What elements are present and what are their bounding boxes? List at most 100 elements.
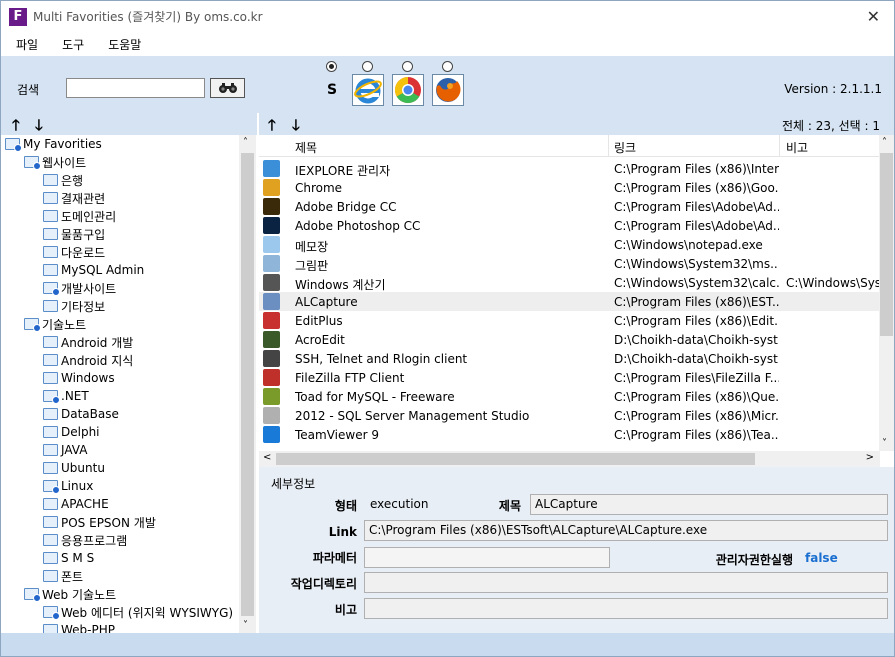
tree-node[interactable]: 물품구입 — [43, 225, 105, 243]
tree-node[interactable]: Linux — [43, 477, 93, 495]
link-field[interactable]: C:\Program Files (x86)\ESTsoft\ALCapture… — [364, 520, 888, 541]
tree-node[interactable]: Android 지식 — [43, 351, 133, 369]
run-as-admin-value[interactable]: false — [805, 551, 838, 565]
tree-node[interactable]: 개발사이트 — [43, 279, 116, 297]
list-row[interactable]: 그림판 C:\Windows\System32\ms... — [259, 254, 880, 273]
tree-node[interactable]: My Favorities — [5, 135, 102, 153]
chrome-button[interactable] — [392, 74, 424, 106]
list-row[interactable]: IEXPLORE 관리자 C:\Program Files (x86)\Inter… — [259, 159, 880, 178]
tree-scrollbar[interactable]: ˄ ˅ — [239, 135, 256, 633]
header-note[interactable]: 비고 — [780, 139, 808, 156]
tree-node[interactable]: 도메인관리 — [43, 207, 116, 225]
row-title: Windows 계산기 — [295, 278, 386, 292]
tree-node[interactable]: Windows — [43, 369, 115, 387]
browser-ie-radio[interactable] — [362, 61, 373, 72]
tree-node[interactable]: 결재관련 — [43, 189, 105, 207]
list-hscrollbar[interactable]: < > — [259, 451, 880, 467]
folder-icon — [43, 570, 58, 582]
photoshop-icon — [263, 217, 280, 234]
header-link[interactable]: 링크 — [608, 139, 636, 156]
list-scrollbar[interactable]: ˄ ˅ — [879, 135, 894, 451]
item-count-status: 전체 : 23, 선택 : 1 — [781, 119, 880, 133]
tree-node[interactable]: S M S — [43, 549, 94, 567]
internet-explorer-button[interactable] — [352, 74, 384, 106]
list-row[interactable]: Windows 계산기 C:\Windows\System32\calc... C:… — [259, 273, 880, 292]
tree-node[interactable]: 다운로드 — [43, 243, 105, 261]
title-label: 제목 — [498, 499, 521, 513]
row-title: Adobe Photoshop CC — [295, 219, 421, 233]
scroll-up-icon[interactable]: ˄ — [243, 137, 248, 148]
tree-node[interactable]: Web-PHP — [43, 621, 115, 633]
folder-icon — [43, 282, 60, 296]
list-row[interactable]: TeamViewer 9 C:\Program Files (x86)\Tea..… — [259, 425, 880, 444]
list-row[interactable]: FileZilla FTP Client C:\Program Files\Fil… — [259, 368, 880, 387]
list-row[interactable]: Adobe Photoshop CC C:\Program Files\Adobe… — [259, 216, 880, 235]
folder-icon — [43, 480, 60, 494]
list-row[interactable]: 메모장 C:\Windows\notepad.exe — [259, 235, 880, 254]
row-link: C:\Program Files (x86)\Inter... — [614, 162, 779, 176]
tree-toolbar: 🡑 🡓 — [1, 113, 257, 135]
tree-node-label: Windows — [61, 371, 115, 385]
tree-node[interactable]: .NET — [43, 387, 89, 405]
tree-node-label: My Favorities — [23, 137, 102, 151]
title-field[interactable]: ALCapture — [530, 494, 888, 515]
tree-node[interactable]: DataBase — [43, 405, 119, 423]
tree-node[interactable]: MySQL Admin — [43, 261, 144, 279]
parameter-field[interactable] — [364, 547, 610, 568]
tree-node[interactable]: JAVA — [43, 441, 87, 459]
tree-node[interactable]: 웹사이트 — [24, 153, 86, 171]
menu-file[interactable]: 파일 — [7, 36, 47, 53]
menu-help[interactable]: 도움말 — [99, 36, 150, 53]
filezilla-icon — [263, 369, 280, 386]
search-button[interactable] — [210, 78, 245, 98]
list-row[interactable]: Toad for MySQL - Freeware C:\Program File… — [259, 387, 880, 406]
tree-node[interactable]: APACHE — [43, 495, 109, 513]
folder-icon — [43, 498, 58, 510]
close-icon[interactable]: ✕ — [867, 7, 880, 26]
header-title[interactable]: 제목 — [289, 139, 317, 156]
tree-node[interactable]: 응용프로그램 — [43, 531, 127, 549]
firefox-button[interactable] — [432, 74, 464, 106]
link-label: Link — [328, 525, 357, 539]
list-row[interactable]: 2012 - SQL Server Management Studio C:\Pr… — [259, 406, 880, 425]
tree-node[interactable]: Ubuntu — [43, 459, 105, 477]
tree-node-label: 물품구입 — [61, 227, 106, 242]
scroll-left-icon[interactable]: < — [263, 452, 271, 463]
search-input[interactable] — [66, 78, 205, 98]
scroll-right-icon[interactable]: > — [866, 452, 874, 463]
list-row[interactable]: Adobe Bridge CC C:\Program Files\Adobe\Ad… — [259, 197, 880, 216]
tree-scroll-thumb[interactable] — [241, 153, 254, 616]
tree-node[interactable]: 기술노트 — [24, 315, 86, 333]
browser-chrome-radio[interactable] — [402, 61, 413, 72]
tree-node-label: 다운로드 — [61, 245, 106, 260]
list-row[interactable]: ALCapture C:\Program Files (x86)\EST... — [259, 292, 880, 311]
note-field[interactable] — [364, 598, 888, 619]
tree-node[interactable]: 폰트 — [43, 567, 83, 585]
window-title: Multi Favorities (즐겨찾기) By oms.co.kr — [33, 10, 263, 24]
tree-node[interactable]: 기타정보 — [43, 297, 105, 315]
browser-firefox-radio[interactable] — [442, 61, 453, 72]
working-directory-field[interactable] — [364, 572, 888, 593]
tree-node[interactable]: POS EPSON 개발 — [43, 513, 156, 531]
row-title: FileZilla FTP Client — [295, 371, 405, 385]
notepad-icon — [263, 236, 280, 253]
folder-icon — [43, 246, 58, 258]
tree-node-label: 폰트 — [61, 569, 84, 584]
scroll-down-icon[interactable]: ˅ — [243, 620, 248, 631]
list-hscroll-thumb[interactable] — [276, 453, 755, 465]
browser-s-radio[interactable] — [326, 61, 337, 72]
menu-tools[interactable]: 도구 — [53, 36, 93, 53]
tree-node[interactable]: Web 기술노트 — [24, 585, 116, 603]
tree-node[interactable]: 은행 — [43, 171, 83, 189]
list-row[interactable]: AcroEdit D:\Choikh-data\Choikh-syst... — [259, 330, 880, 349]
tree-node[interactable]: Web 에디터 (위지윅 WYSIWYG) — [43, 603, 233, 621]
folder-icon — [43, 516, 58, 528]
list-scroll-thumb[interactable] — [880, 153, 893, 336]
list-row[interactable]: Chrome C:\Program Files (x86)\Goo... — [259, 178, 880, 197]
scroll-up-icon[interactable]: ˄ — [882, 137, 887, 148]
list-row[interactable]: SSH, Telnet and Rlogin client D:\Choikh-d… — [259, 349, 880, 368]
tree-node[interactable]: Android 개발 — [43, 333, 133, 351]
scroll-down-icon[interactable]: ˅ — [882, 438, 887, 449]
tree-node[interactable]: Delphi — [43, 423, 100, 441]
list-row[interactable]: EditPlus C:\Program Files (x86)\Edit... — [259, 311, 880, 330]
